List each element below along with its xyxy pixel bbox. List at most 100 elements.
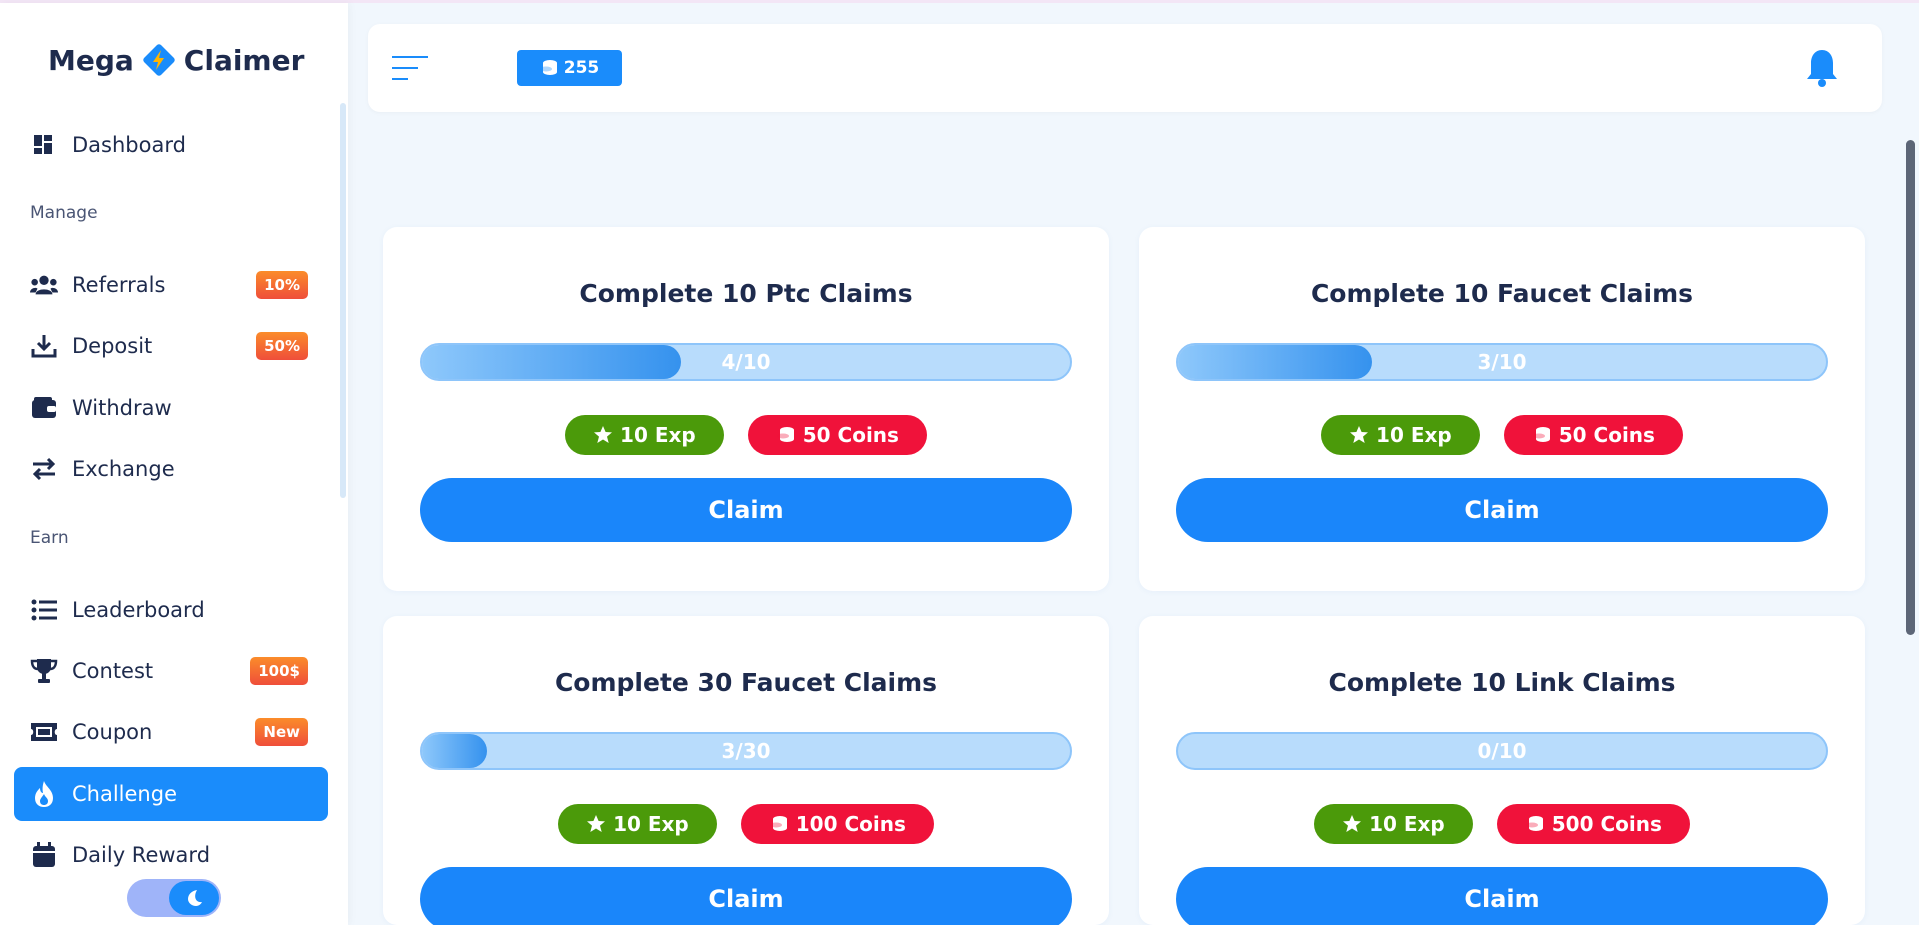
sidebar-item-label: Exchange: [72, 457, 175, 481]
list-icon: [30, 596, 58, 624]
dashboard-icon: [30, 131, 58, 159]
progress-text: 4/10: [721, 350, 771, 374]
sidebar-item-label: Referrals: [72, 273, 166, 297]
sidebar-item-deposit[interactable]: Deposit 50%: [14, 320, 328, 372]
sidebar-item-coupon[interactable]: Coupon New: [14, 706, 328, 758]
toggle-knob: [169, 881, 219, 915]
brand-logo[interactable]: Mega Claimer: [48, 43, 304, 77]
coins-icon: [776, 427, 794, 442]
sidebar-item-challenge[interactable]: Challenge: [14, 767, 328, 821]
challenge-progress-bar: 4/10: [420, 343, 1072, 381]
coins-icon: [1532, 427, 1550, 442]
sidebar-item-label: Deposit: [72, 334, 153, 358]
challenge-title: Complete 30 Faucet Claims: [554, 668, 938, 697]
exchange-arrows-icon: [30, 455, 58, 483]
referrals-badge: 10%: [256, 271, 308, 299]
exp-reward-badge: 10 Exp: [565, 415, 724, 455]
menu-icon[interactable]: [392, 54, 428, 82]
coins-icon: [1525, 816, 1543, 831]
star-icon: [594, 426, 613, 443]
challenge-card: Complete 10 Link Claims 0/10 10 Exp 500 …: [1139, 616, 1865, 925]
section-label-earn: Earn: [30, 528, 69, 548]
sidebar-item-referrals[interactable]: Referrals 10%: [14, 259, 328, 311]
challenge-progress-bar: 3/30: [420, 732, 1072, 770]
sidebar-item-label: Withdraw: [72, 396, 172, 420]
challenge-progress-bar: 0/10: [1176, 732, 1828, 770]
progress-text: 0/10: [1477, 739, 1527, 763]
coins-icon: [539, 60, 557, 75]
exp-reward-text: 10 Exp: [1376, 423, 1452, 447]
exp-reward-badge: 10 Exp: [1314, 804, 1473, 844]
star-icon: [587, 815, 606, 832]
moon-icon: [188, 890, 202, 906]
coins-reward-badge: 50 Coins: [1503, 415, 1683, 455]
challenge-progress-bar: 3/10: [1176, 343, 1828, 381]
exp-reward-badge: 10 Exp: [558, 804, 717, 844]
challenge-title: Complete 10 Faucet Claims: [1310, 279, 1694, 308]
claim-button[interactable]: Claim: [1176, 867, 1828, 925]
fire-icon: [30, 780, 58, 808]
exp-reward-text: 10 Exp: [613, 812, 689, 836]
calendar-icon: [30, 841, 58, 869]
download-icon: [30, 332, 58, 360]
sidebar-item-label: Dashboard: [72, 133, 186, 157]
coins-reward-badge: 500 Coins: [1496, 804, 1690, 844]
bell-icon[interactable]: [1804, 48, 1840, 88]
sidebar-item-withdraw[interactable]: Withdraw: [14, 382, 328, 434]
coins-reward-text: 500 Coins: [1551, 812, 1662, 836]
sidebar-item-daily-reward[interactable]: Daily Reward: [14, 829, 328, 881]
reward-row: 10 Exp 100 Coins: [383, 804, 1109, 844]
star-icon: [1343, 815, 1362, 832]
main-scrollbar[interactable]: [1906, 140, 1915, 635]
challenge-card: Complete 10 Faucet Claims 3/10 10 Exp 50…: [1139, 227, 1865, 591]
coins-reward-text: 50 Coins: [1558, 423, 1655, 447]
reward-row: 10 Exp 50 Coins: [383, 415, 1109, 455]
deposit-badge: 50%: [256, 332, 308, 360]
contest-badge: 100$: [250, 657, 308, 685]
section-label-manage: Manage: [30, 203, 98, 223]
coin-balance-button[interactable]: 255: [517, 50, 622, 86]
claim-button[interactable]: Claim: [420, 867, 1072, 925]
challenge-title: Complete 10 Link Claims: [1328, 668, 1676, 697]
claim-button[interactable]: Claim: [1176, 478, 1828, 542]
progress-text: 3/10: [1477, 350, 1527, 374]
coins-reward-badge: 100 Coins: [740, 804, 934, 844]
users-icon: [30, 271, 58, 299]
coin-balance-value: 255: [563, 58, 600, 78]
exp-reward-text: 10 Exp: [1369, 812, 1445, 836]
brand-name-left: Mega: [48, 43, 134, 77]
ticket-icon: [30, 718, 58, 746]
sidebar-item-leaderboard[interactable]: Leaderboard: [14, 584, 328, 636]
trophy-icon: [30, 657, 58, 685]
sidebar-item-contest[interactable]: Contest 100$: [14, 645, 328, 697]
star-icon: [1350, 426, 1369, 443]
dark-mode-toggle[interactable]: [127, 879, 221, 917]
challenge-title: Complete 10 Ptc Claims: [579, 279, 913, 308]
reward-row: 10 Exp 500 Coins: [1139, 804, 1865, 844]
claim-button[interactable]: Claim: [420, 478, 1072, 542]
reward-row: 10 Exp 50 Coins: [1139, 415, 1865, 455]
sidebar: Mega Claimer Dashboard Manage Referrals …: [0, 3, 348, 925]
lightning-logo-icon: [143, 44, 175, 76]
challenge-card: Complete 10 Ptc Claims 4/10 10 Exp 50 Co…: [383, 227, 1109, 591]
exp-reward-badge: 10 Exp: [1321, 415, 1480, 455]
coins-reward-text: 100 Coins: [795, 812, 906, 836]
sidebar-scrollbar[interactable]: [340, 103, 346, 498]
sidebar-item-label: Challenge: [72, 782, 177, 806]
exp-reward-text: 10 Exp: [620, 423, 696, 447]
sidebar-item-label: Daily Reward: [72, 843, 211, 867]
sidebar-item-label: Leaderboard: [72, 598, 205, 622]
coupon-badge: New: [255, 718, 308, 746]
sidebar-item-label: Coupon: [72, 720, 153, 744]
sidebar-item-label: Contest: [72, 659, 154, 683]
coins-reward-text: 50 Coins: [802, 423, 899, 447]
challenge-card: Complete 30 Faucet Claims 3/30 10 Exp 10…: [383, 616, 1109, 925]
progress-text: 3/30: [721, 739, 771, 763]
sidebar-item-exchange[interactable]: Exchange: [14, 443, 328, 495]
coins-icon: [769, 816, 787, 831]
coins-reward-badge: 50 Coins: [747, 415, 927, 455]
wallet-icon: [30, 394, 58, 422]
sidebar-item-dashboard[interactable]: Dashboard: [14, 119, 328, 171]
top-header: 255: [368, 24, 1882, 112]
brand-name-right: Claimer: [183, 43, 305, 77]
